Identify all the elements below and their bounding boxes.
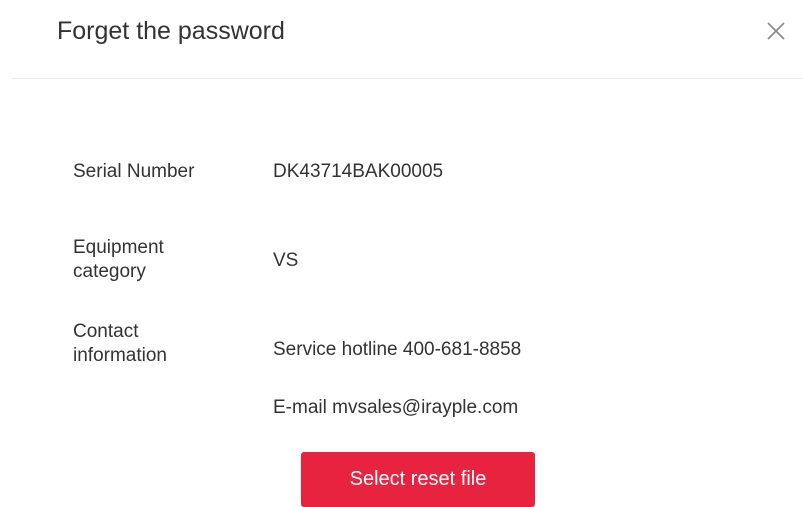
- email-value: E-mail mvsales@irayple.com: [273, 397, 519, 418]
- equipment-category-value: VS: [273, 250, 299, 271]
- equipment-category-label-line1: Equipment: [73, 237, 164, 258]
- contact-information-label: Contact information: [73, 320, 253, 368]
- header-divider: [12, 78, 803, 79]
- dialog-header: Forget the password: [0, 0, 803, 80]
- serial-number-label: Serial Number: [73, 161, 195, 182]
- contact-information-label-line2: information: [73, 345, 167, 366]
- contact-information-label-line1: Contact: [73, 321, 139, 342]
- service-hotline-value: Service hotline 400-681-8858: [273, 339, 522, 360]
- dialog-title: Forget the password: [57, 17, 285, 45]
- serial-number-value: DK43714BAK00005: [273, 161, 444, 182]
- close-button[interactable]: [762, 17, 790, 45]
- close-icon: [767, 22, 785, 40]
- select-reset-file-button[interactable]: Select reset file: [301, 452, 535, 507]
- equipment-category-label: Equipment category: [73, 236, 253, 284]
- forget-password-dialog: Forget the password Serial Number DK4371…: [0, 0, 803, 507]
- equipment-category-label-line2: category: [73, 261, 146, 282]
